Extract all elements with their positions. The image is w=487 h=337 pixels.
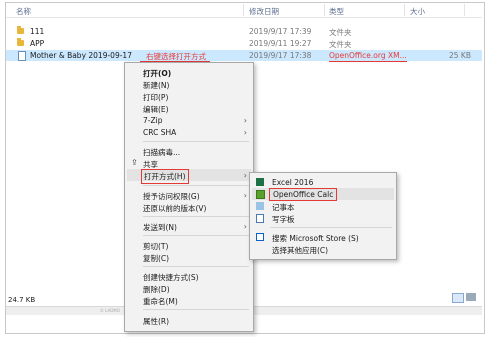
menu-separator: [143, 309, 249, 310]
menu-new[interactable]: 新建(N): [127, 78, 251, 90]
file-row-111[interactable]: 111 2019/9/17 17:39 文件夹: [6, 26, 482, 37]
column-divider[interactable]: [324, 4, 325, 16]
notepad-icon: [256, 202, 264, 210]
folder-icon: [17, 38, 24, 46]
menu-separator: [143, 266, 249, 267]
submenu-choose-other-app[interactable]: 选择其他应用(C): [252, 243, 394, 255]
submenu-wordpad[interactable]: 写字板: [252, 212, 394, 224]
file-row-app[interactable]: APP 2019/9/11 19:27 文件夹: [6, 38, 482, 49]
menu-share[interactable]: ⇪ 共享: [127, 157, 251, 169]
calc-icon: [256, 190, 265, 199]
column-type[interactable]: 类型: [329, 6, 344, 17]
menu-open[interactable]: 打开(O): [127, 66, 251, 78]
column-header: 名称 修改日期 类型 大小: [6, 3, 482, 18]
store-icon: [256, 233, 264, 241]
details-view-icon[interactable]: [452, 293, 464, 303]
share-icon: ⇪: [131, 158, 138, 167]
menu-send-to[interactable]: 发送到(N) ›: [127, 220, 251, 232]
status-size: 24.7 KB: [8, 296, 36, 304]
menu-delete[interactable]: 删除(D): [127, 282, 251, 294]
menu-copy[interactable]: 复制(C): [127, 251, 251, 263]
submenu-excel[interactable]: Excel 2016: [252, 176, 394, 188]
menu-open-with[interactable]: 打开方式(H) ›: [127, 169, 251, 184]
column-size[interactable]: 大小: [410, 6, 425, 17]
menu-separator: [143, 141, 249, 142]
file-size: 25 KB: [449, 51, 471, 60]
menu-scan-virus[interactable]: 扫描病毒...: [127, 145, 251, 157]
file-type: OpenOffice.org XM...: [329, 51, 407, 60]
submenu-separator: [270, 227, 392, 228]
column-name[interactable]: 名称: [16, 6, 31, 17]
file-type: 文件夹: [329, 40, 352, 49]
document-icon: [18, 51, 26, 61]
menu-separator: [143, 185, 249, 186]
wordpad-icon: [256, 214, 264, 223]
menu-rename[interactable]: 重命名(M): [127, 294, 251, 306]
menu-cut[interactable]: 剪切(T): [127, 239, 251, 251]
file-name: 111: [30, 27, 45, 36]
menu-crc-sha[interactable]: CRC SHA ›: [127, 126, 251, 138]
type-underline: [329, 61, 407, 62]
menu-create-shortcut[interactable]: 创建快捷方式(S): [127, 270, 251, 282]
chevron-right-icon: ›: [243, 116, 247, 125]
strip-label: © LAOMO: [100, 308, 121, 313]
column-divider[interactable]: [464, 4, 465, 16]
menu-separator: [143, 216, 249, 217]
menu-edit[interactable]: 编辑(E): [127, 102, 251, 114]
chevron-right-icon: ›: [243, 222, 247, 231]
file-date: 2019/9/11 19:27: [249, 39, 312, 48]
chevron-right-icon: ›: [243, 171, 247, 180]
chevron-right-icon: ›: [243, 191, 247, 200]
column-divider[interactable]: [404, 4, 405, 16]
chevron-right-icon: ›: [243, 128, 247, 137]
file-date: 2019/9/17 17:39: [249, 27, 312, 36]
column-date[interactable]: 修改日期: [249, 6, 279, 17]
menu-grant-access[interactable]: 授予访问权限(G) ›: [127, 189, 251, 201]
excel-icon: [256, 178, 264, 186]
menu-properties[interactable]: 属性(R): [127, 314, 251, 326]
submenu-notepad[interactable]: 记事本: [252, 200, 394, 212]
file-name: Mother & Baby 2019-09-17: [30, 51, 132, 60]
submenu-openoffice-calc[interactable]: OpenOffice Calc: [252, 188, 394, 201]
file-row-mother-baby[interactable]: Mother & Baby 2019-09-17 右键选择打开方式 2019/9…: [6, 50, 482, 61]
file-type: 文件夹: [329, 28, 352, 37]
menu-restore-versions[interactable]: 还原以前的版本(V): [127, 201, 251, 213]
open-with-submenu: Excel 2016 OpenOffice Calc 记事本 写字板 搜索 Mi…: [249, 172, 397, 260]
menu-7zip[interactable]: 7-Zip ›: [127, 114, 251, 126]
submenu-microsoft-store[interactable]: 搜索 Microsoft Store (S): [252, 231, 394, 243]
context-menu: 打开(O) 新建(N) 打印(P) 编辑(E) 7-Zip › CRC SHA › …: [124, 62, 254, 332]
large-icons-view-icon[interactable]: [466, 293, 476, 301]
folder-icon: [17, 26, 24, 34]
file-name: APP: [30, 39, 45, 48]
column-divider[interactable]: [243, 4, 244, 16]
menu-print[interactable]: 打印(P): [127, 90, 251, 102]
file-date: 2019/9/17 17:38: [249, 51, 312, 60]
menu-separator: [143, 235, 249, 236]
